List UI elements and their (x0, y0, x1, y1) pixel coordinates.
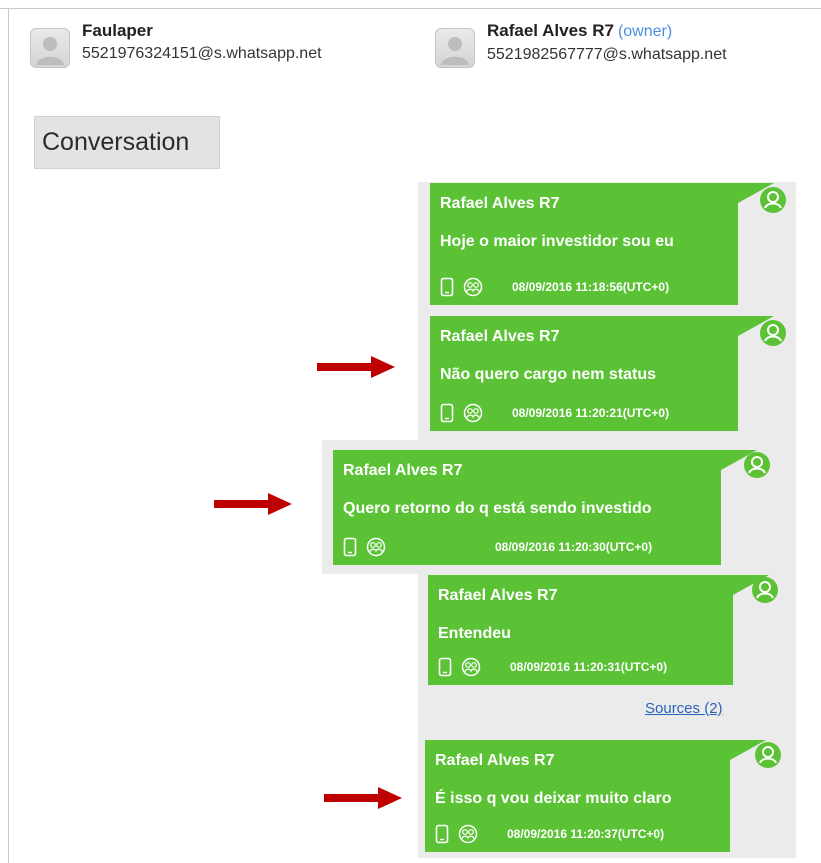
message-meta: 08/09/2016 11:20:21(UTC+0) (440, 403, 669, 423)
message-timestamp: 08/09/2016 11:20:37(UTC+0) (507, 827, 665, 841)
message-meta: 08/09/2016 11:20:37(UTC+0) (435, 824, 664, 844)
message-timestamp: 08/09/2016 11:20:31(UTC+0) (510, 660, 668, 674)
message-meta: 08/09/2016 11:20:30(UTC+0) (343, 537, 652, 557)
message-timestamp: 08/09/2016 11:18:56(UTC+0) (512, 280, 670, 294)
message-sender: Rafael Alves R7 (440, 328, 560, 345)
message-sender: Rafael Alves R7 (343, 462, 463, 479)
group-icon (463, 403, 483, 423)
frame-left-border (8, 8, 9, 863)
group-icon (461, 657, 481, 677)
phone-icon (440, 403, 454, 423)
message-text: Entendeu (438, 625, 511, 642)
participant-name-row: Rafael Alves R7 (owner) (487, 20, 727, 43)
message-bubble: Rafael Alves R7 É isso q vou deixar muit… (425, 740, 766, 852)
message-text: Quero retorno do q está sendo investido (343, 500, 652, 517)
message-bubble: Rafael Alves R7 Não quero cargo nem stat… (430, 316, 774, 431)
user-circle-icon (752, 577, 778, 603)
message-meta: 08/09/2016 11:18:56(UTC+0) (440, 277, 669, 297)
participant-name: Rafael Alves R7 (487, 21, 614, 40)
message-meta: 08/09/2016 11:20:31(UTC+0) (438, 657, 667, 677)
message-bubble: Rafael Alves R7 Hoje o maior investidor … (430, 183, 774, 305)
phone-icon (435, 824, 449, 844)
message-text: Hoje o maior investidor sou eu (440, 233, 674, 250)
message-sender: Rafael Alves R7 (435, 752, 555, 769)
participant-jid: 5521982567777@s.whatsapp.net (487, 46, 727, 63)
group-icon (458, 824, 478, 844)
conversation-title: Conversation (34, 116, 220, 169)
owner-label: (owner) (617, 23, 673, 40)
avatar-placeholder-icon (30, 28, 70, 68)
sources-link[interactable]: Sources (2) (645, 700, 723, 717)
group-icon (463, 277, 483, 297)
message-timestamp: 08/09/2016 11:20:30(UTC+0) (495, 540, 653, 554)
participant-jid: 5521976324151@s.whatsapp.net (82, 45, 322, 62)
group-icon (366, 537, 386, 557)
message-timestamp: 08/09/2016 11:20:21(UTC+0) (512, 406, 670, 420)
avatar-placeholder-icon (435, 28, 475, 68)
user-circle-icon (744, 452, 770, 478)
right-arrow-icon (317, 356, 395, 378)
message-text: É isso q vou deixar muito claro (435, 790, 672, 807)
message-bubble: Rafael Alves R7 Quero retorno do q está … (333, 450, 757, 565)
message-sender: Rafael Alves R7 (438, 587, 558, 604)
message-sender: Rafael Alves R7 (440, 195, 560, 212)
participant-faulaper: Faulaper 5521976324151@s.whatsapp.net (30, 20, 322, 68)
message-text: Não quero cargo nem status (440, 366, 657, 383)
user-circle-icon (760, 187, 786, 213)
frame-top-border (0, 8, 821, 9)
participant-name: Faulaper (82, 21, 153, 40)
phone-icon (438, 657, 452, 677)
right-arrow-icon (324, 787, 402, 809)
phone-icon (440, 277, 454, 297)
user-circle-icon (755, 742, 781, 768)
message-bubble: Rafael Alves R7 Entendeu 08/09/2016 11:2… (428, 575, 769, 685)
right-arrow-icon (214, 493, 292, 515)
phone-icon (343, 537, 357, 557)
user-circle-icon (760, 320, 786, 346)
participant-rafael: Rafael Alves R7 (owner) 5521982567777@s.w… (435, 20, 727, 68)
